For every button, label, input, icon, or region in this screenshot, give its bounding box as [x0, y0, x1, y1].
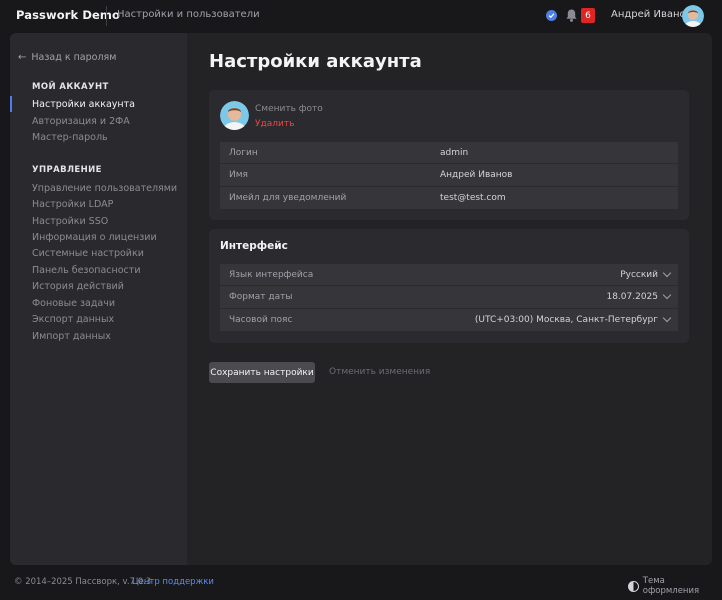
chevron-down-icon	[662, 313, 672, 323]
delete-photo-link[interactable]: Удалить	[255, 119, 294, 129]
management-header: УПРАВЛЕНИЕ	[32, 165, 102, 175]
notification-badge[interactable]: 6	[581, 8, 595, 23]
sidebar-item-auth-2fa[interactable]: Авторизация и 2ФА	[32, 116, 130, 127]
timezone-select[interactable]: (UTC+03:00) Москва, Санкт-Петербург	[474, 313, 672, 325]
select-value: (UTC+03:00) Москва, Санкт-Петербург	[474, 314, 658, 325]
table-row: Имя Андрей Иванов	[220, 164, 678, 187]
table-row: Часовой пояс (UTC+03:00) Москва, Санкт-П…	[220, 308, 678, 331]
table-row: Логин admin	[220, 142, 678, 165]
field-value: admin	[440, 147, 469, 158]
page-title: Настройки аккаунта	[209, 51, 422, 72]
sidebar-item-license[interactable]: Информация о лицензии	[32, 232, 157, 243]
sidebar-item-export[interactable]: Экспорт данных	[32, 314, 114, 325]
copyright-text: © 2014–2025 Пассворк, v.7.0.3	[14, 577, 152, 587]
profile-avatar[interactable]	[220, 101, 249, 130]
sidebar-item-master-password[interactable]: Мастер-пароль	[32, 132, 108, 143]
main-content: Настройки аккаунта Сменить фото Удалить …	[187, 33, 712, 565]
my-account-header: МОЙ АККАУНТ	[32, 82, 109, 92]
content-frame: ← Назад к паролям МОЙ АККАУНТ Настройки …	[10, 33, 712, 565]
field-label: Логин	[229, 147, 258, 158]
change-photo-link[interactable]: Сменить фото	[255, 104, 323, 114]
verified-check-icon	[546, 10, 557, 21]
setting-label: Формат даты	[229, 291, 293, 302]
field-label: Имейл для уведомлений	[229, 192, 347, 203]
sidebar-item-ldap[interactable]: Настройки LDAP	[32, 199, 113, 210]
field-value[interactable]: test@test.com	[440, 193, 506, 203]
interface-card: Интерфейс Язык интерфейса Русский Формат…	[209, 229, 689, 343]
app-title[interactable]: Passwork Demo	[16, 8, 120, 22]
sidebar-item-sso[interactable]: Настройки SSO	[32, 216, 108, 227]
sidebar-item-account-settings[interactable]: Настройки аккаунта	[32, 99, 135, 110]
sidebar: ← Назад к паролям МОЙ АККАУНТ Настройки …	[10, 33, 187, 565]
profile-fields-table: Логин admin Имя Андрей Иванов Имейл для …	[220, 142, 678, 209]
field-value[interactable]: Андрей Иванов	[440, 170, 512, 180]
back-to-passwords-link[interactable]: ← Назад к паролям	[18, 52, 116, 63]
table-row: Формат даты 18.07.2025	[220, 286, 678, 309]
active-indicator	[10, 96, 12, 112]
date-format-select[interactable]: 18.07.2025	[606, 291, 672, 302]
top-bar: Passwork Demo Настройки и пользователи 6…	[0, 0, 722, 32]
back-link-label: Назад к паролям	[31, 52, 117, 63]
chevron-down-icon	[662, 268, 672, 278]
setting-label: Часовой пояс	[229, 314, 293, 325]
sidebar-item-user-management[interactable]: Управление пользователями	[32, 183, 177, 194]
table-row: Имейл для уведомлений test@test.com	[220, 186, 678, 209]
chevron-down-icon	[662, 291, 672, 300]
sidebar-item-security-panel[interactable]: Панель безопасности	[32, 265, 141, 276]
setting-label: Язык интерфейса	[229, 269, 314, 280]
section-title: Настройки и пользователи	[117, 9, 260, 20]
sidebar-item-activity-history[interactable]: История действий	[32, 281, 124, 292]
language-select[interactable]: Русский	[620, 268, 672, 280]
theme-toggle[interactable]: Тема оформления	[628, 576, 722, 596]
cancel-changes-button[interactable]: Отменить изменения	[329, 367, 430, 377]
user-name[interactable]: Андрей Иванов	[611, 9, 692, 20]
arrow-left-icon: ←	[18, 52, 27, 63]
sidebar-item-background-tasks[interactable]: Фоновые задачи	[32, 298, 115, 309]
sidebar-item-system-settings[interactable]: Системные настройки	[32, 248, 144, 259]
select-value: Русский	[620, 269, 658, 280]
user-avatar[interactable]	[682, 5, 704, 27]
contrast-icon	[628, 580, 639, 592]
save-settings-button[interactable]: Сохранить настройки	[209, 362, 315, 383]
sidebar-item-import[interactable]: Импорт данных	[32, 331, 111, 342]
select-value: 18.07.2025	[606, 291, 658, 302]
theme-toggle-label: Тема оформления	[642, 576, 700, 596]
bell-icon[interactable]	[565, 8, 578, 23]
top-divider	[106, 6, 107, 26]
profile-card: Сменить фото Удалить Логин admin Имя Анд…	[209, 90, 689, 220]
support-center-link[interactable]: Центр поддержки	[132, 577, 214, 587]
table-row: Язык интерфейса Русский	[220, 264, 678, 287]
interface-settings-table: Язык интерфейса Русский Формат даты 18.0…	[220, 264, 678, 331]
interface-title: Интерфейс	[220, 240, 288, 252]
field-label: Имя	[229, 169, 248, 180]
